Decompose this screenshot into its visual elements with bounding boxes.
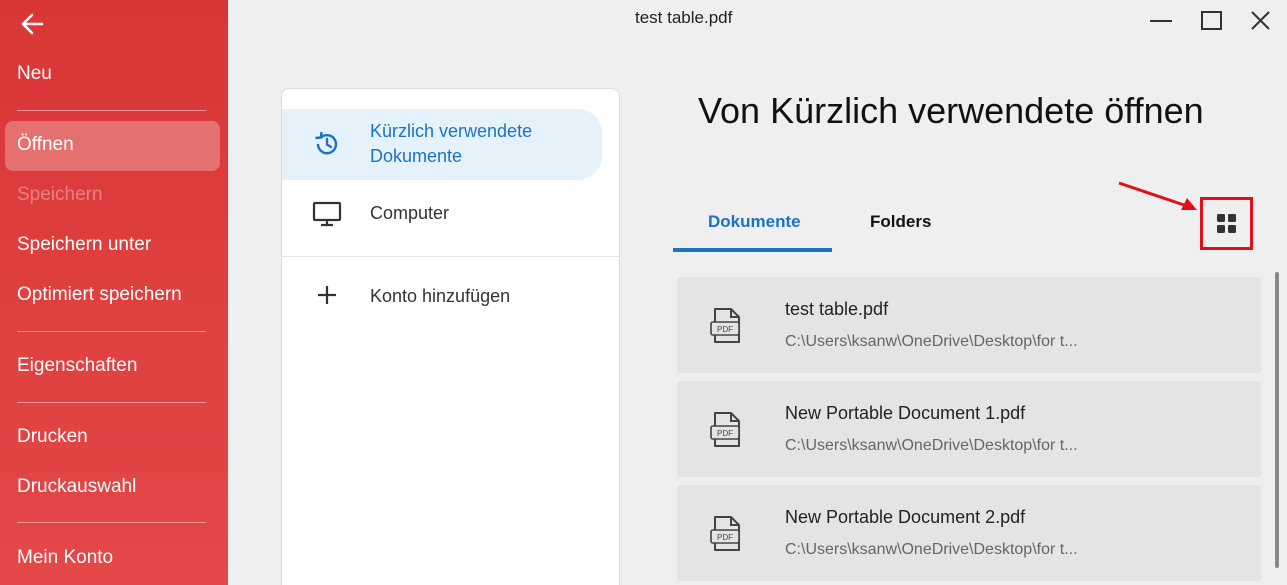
svg-text:PDF: PDF (717, 533, 733, 542)
sidebar-divider (17, 522, 206, 523)
grid-view-icon (1217, 214, 1236, 233)
active-tab-indicator (673, 248, 832, 252)
pdf-file-icon: PDF (709, 515, 743, 558)
back-arrow-icon[interactable] (18, 10, 48, 38)
sidebar-item-optimized-save[interactable]: Optimiert speichern (17, 283, 182, 307)
pdf-file-icon: PDF (709, 411, 743, 454)
annotation-arrow-icon (1115, 178, 1201, 219)
file-name: New Portable Document 2.pdf (785, 507, 1026, 527)
file-list-item[interactable]: PDF New Portable Document 1.pdf C:\Users… (677, 381, 1261, 477)
location-recent-label: Kürzlich verwendete (370, 121, 533, 141)
plus-icon (316, 284, 338, 311)
file-path: C:\Users\ksanw\OneDrive\Desktop\for t... (785, 437, 1078, 454)
svg-text:PDF: PDF (717, 325, 733, 334)
panel-divider (282, 256, 619, 257)
history-icon (312, 129, 342, 164)
window-title: test table.pdf (635, 8, 733, 27)
location-computer[interactable]: Computer (282, 189, 602, 239)
location-recent-documents[interactable]: Kürzlich verwendete Dokumente (282, 109, 602, 180)
svg-text:PDF: PDF (717, 429, 733, 438)
page-title: Von Kürzlich verwendete öffnen (698, 90, 1204, 131)
sidebar: Neu Öffnen Speichern Speichern unter Opt… (0, 0, 228, 585)
file-list-item[interactable]: PDF New Portable Document 2.pdf C:\Users… (677, 485, 1261, 581)
sidebar-item-new[interactable]: Neu (17, 62, 52, 86)
sidebar-item-print[interactable]: Drucken (17, 425, 88, 449)
file-name: New Portable Document 1.pdf (785, 403, 1026, 423)
scrollbar[interactable] (1275, 272, 1279, 568)
sidebar-divider (17, 402, 206, 403)
sidebar-item-open[interactable]: Öffnen (17, 133, 74, 157)
minimize-icon[interactable] (1147, 8, 1175, 34)
file-path: C:\Users\ksanw\OneDrive\Desktop\for t... (785, 333, 1078, 350)
location-computer-label: Computer (370, 203, 450, 223)
sidebar-item-properties[interactable]: Eigenschaften (17, 354, 137, 378)
sidebar-divider (17, 110, 206, 111)
file-list-item[interactable]: PDF test table.pdf C:\Users\ksanw\OneDri… (677, 277, 1261, 373)
monitor-icon (312, 200, 342, 233)
sidebar-item-save-as[interactable]: Speichern unter (17, 233, 151, 257)
location-recent-label-2: Dokumente (370, 146, 463, 166)
sidebar-divider (17, 331, 206, 332)
location-panel: Kürzlich verwendete Dokumente Computer K… (281, 88, 620, 585)
add-account-button[interactable]: Konto hinzufügen (282, 272, 602, 322)
grid-view-button[interactable] (1200, 197, 1253, 250)
sidebar-item-save: Speichern (17, 184, 103, 205)
add-account-label: Konto hinzufügen (370, 286, 511, 306)
tab-documents[interactable]: Dokumente (708, 212, 801, 232)
close-icon[interactable] (1247, 8, 1275, 34)
sidebar-item-my-account[interactable]: Mein Konto (17, 546, 113, 570)
tab-folders[interactable]: Folders (870, 212, 931, 232)
file-name: test table.pdf (785, 299, 889, 319)
file-path: C:\Users\ksanw\OneDrive\Desktop\for t... (785, 541, 1078, 558)
maximize-icon[interactable] (1198, 8, 1226, 34)
sidebar-item-print-selection[interactable]: Druckauswahl (17, 475, 136, 499)
pdf-file-icon: PDF (709, 307, 743, 350)
